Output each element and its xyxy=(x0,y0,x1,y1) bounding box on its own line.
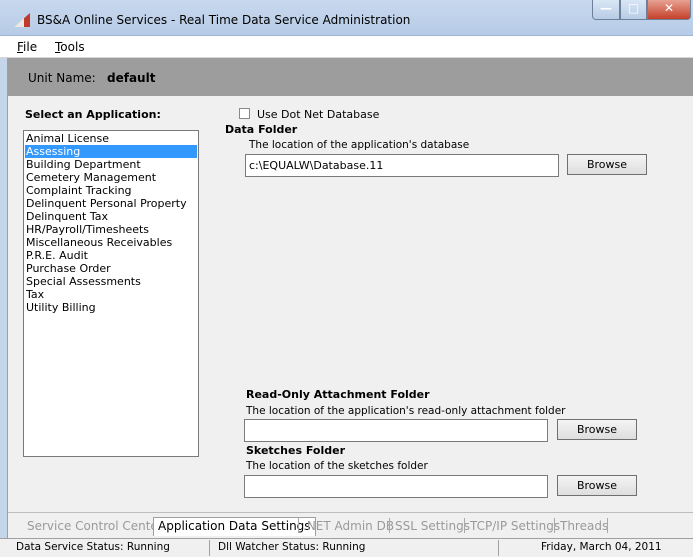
menu-bar: File Tools xyxy=(0,36,693,58)
application-list-item[interactable]: Special Assessments xyxy=(25,275,197,288)
unit-name-label: Unit Name: xyxy=(28,71,96,85)
sketches-folder-description: The location of the sketches folder xyxy=(246,460,428,472)
status-divider xyxy=(498,540,499,556)
application-list-item[interactable]: Miscellaneous Receivables xyxy=(25,236,197,249)
minimize-icon: — xyxy=(600,1,612,15)
maximize-icon: □ xyxy=(627,1,640,15)
readonly-folder-browse-button[interactable]: Browse xyxy=(557,419,637,440)
tab-separator xyxy=(298,518,299,533)
tab-separator xyxy=(464,518,465,533)
readonly-folder-description: The location of the application's read-o… xyxy=(246,405,566,417)
tab-separator xyxy=(389,518,390,533)
application-list-item[interactable]: Utility Billing xyxy=(25,301,197,314)
application-list-item[interactable]: Purchase Order xyxy=(25,262,197,275)
application-list[interactable]: Animal License Assessing Building Departme… xyxy=(23,130,199,457)
application-list-item[interactable]: HR/Payroll/Timesheets xyxy=(25,223,197,236)
tab-service-control-center[interactable]: Service Control Center xyxy=(27,519,163,533)
select-application-label: Select an Application: xyxy=(25,108,161,121)
menu-file[interactable]: File xyxy=(17,40,37,54)
sketches-folder-title: Sketches Folder xyxy=(246,444,346,457)
tab-application-data-settings[interactable]: Application Data Settings xyxy=(153,517,316,536)
sketches-folder-input[interactable] xyxy=(244,475,548,498)
tab-separator xyxy=(607,518,608,533)
menu-tools-label: ools xyxy=(60,40,85,54)
title-bar[interactable]: BS&A Online Services - Real Time Data Se… xyxy=(0,0,693,36)
data-service-status: Data Service Status: Running xyxy=(16,541,170,553)
readonly-folder-title: Read-Only Attachment Folder xyxy=(246,388,430,401)
application-list-item[interactable]: Animal License xyxy=(25,132,197,145)
application-list-item[interactable]: Delinquent Tax xyxy=(25,210,197,223)
status-bar: Data Service Status: Running Dll Watcher… xyxy=(0,538,693,557)
application-list-item[interactable]: P.R.E. Audit xyxy=(25,249,197,262)
app-logo-icon xyxy=(14,13,30,27)
tab-threads[interactable]: Threads xyxy=(560,519,608,533)
menu-file-label: ile xyxy=(23,40,38,54)
unit-bar: Unit Name: default xyxy=(8,58,693,96)
dll-watcher-status: Dll Watcher Status: Running xyxy=(218,541,366,553)
unit-name-value: default xyxy=(107,71,156,85)
close-button[interactable]: ✕ xyxy=(647,0,691,20)
data-folder-title: Data Folder xyxy=(225,123,298,136)
data-folder-description: The location of the application's databa… xyxy=(249,139,470,151)
readonly-folder-input[interactable] xyxy=(244,419,548,442)
tab-ssl-settings[interactable]: SSL Settings xyxy=(395,519,470,533)
application-list-item[interactable]: Delinquent Personal Property xyxy=(25,197,197,210)
close-icon: ✕ xyxy=(663,1,675,15)
data-folder-browse-button[interactable]: Browse xyxy=(567,154,647,175)
application-list-item[interactable]: Building Department xyxy=(25,158,197,171)
application-list-item[interactable]: Assessing xyxy=(25,145,197,158)
application-list-item[interactable]: Cemetery Management xyxy=(25,171,197,184)
application-list-item[interactable]: Tax xyxy=(25,288,197,301)
tab-tcpip-settings[interactable]: TCP/IP Settings xyxy=(470,519,560,533)
tab-strip: Service Control Center Application Data … xyxy=(8,512,693,538)
status-divider xyxy=(209,540,210,556)
status-date: Friday, March 04, 2011 xyxy=(541,541,662,553)
use-dot-net-label[interactable]: Use Dot Net Database xyxy=(257,108,379,121)
minimize-button[interactable]: — xyxy=(592,0,620,20)
window-title: BS&A Online Services - Real Time Data Se… xyxy=(37,13,411,27)
application-list-item[interactable]: Complaint Tracking xyxy=(25,184,197,197)
maximize-button[interactable]: □ xyxy=(620,0,647,20)
menu-tools[interactable]: Tools xyxy=(55,40,85,54)
tab-net-admin-db[interactable]: .NET Admin DB xyxy=(303,519,394,533)
data-folder-input[interactable]: c:\EQUALW\Database.11 xyxy=(245,154,559,177)
tab-separator xyxy=(554,518,555,533)
use-dot-net-checkbox[interactable] xyxy=(239,108,250,119)
sketches-folder-browse-button[interactable]: Browse xyxy=(557,475,637,496)
window-frame-left xyxy=(0,58,8,557)
